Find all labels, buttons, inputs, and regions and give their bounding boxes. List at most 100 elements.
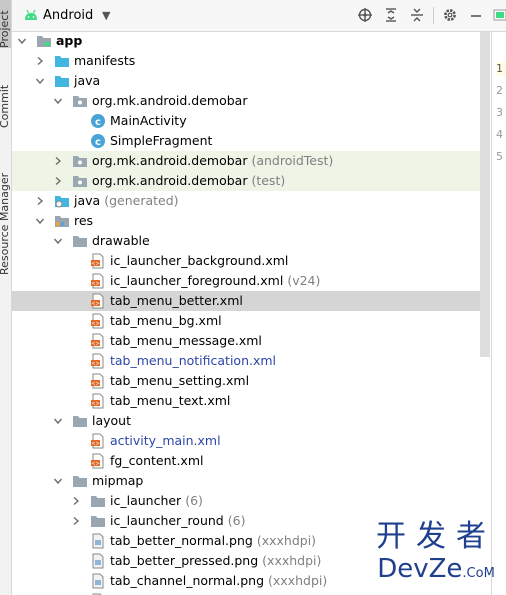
xml-file-icon: <> xyxy=(90,293,106,309)
tree-row[interactable]: drawable xyxy=(12,231,490,251)
tree-row[interactable]: java xyxy=(12,71,490,91)
tree-item-label: tab_menu_notification.xml xyxy=(110,353,277,368)
expand-all-icon[interactable] xyxy=(383,7,399,23)
folder-icon xyxy=(72,233,88,249)
svg-text:<>: <> xyxy=(91,261,99,267)
chevron-right-icon[interactable] xyxy=(71,495,81,507)
green-marker-icon xyxy=(493,9,506,21)
chevron-right-icon[interactable] xyxy=(71,515,81,527)
xml-file-icon: <> xyxy=(90,373,106,389)
tree-item-label: ic_launcher_round (6) xyxy=(110,513,246,528)
tree-row[interactable]: org.mk.android.demobar (androidTest) xyxy=(12,151,490,171)
svg-text:<>: <> xyxy=(91,281,99,287)
chevron-right-icon[interactable] xyxy=(35,55,45,67)
tree-row[interactable]: <> tab_menu_setting.xml xyxy=(12,371,490,391)
image-file-icon xyxy=(90,533,106,549)
tree-item-label: manifests xyxy=(74,53,136,68)
chevron-down-icon[interactable] xyxy=(53,475,63,487)
tree-row[interactable]: <> tab_menu_bg.xml xyxy=(12,311,490,331)
tree-row[interactable]: manifests xyxy=(12,51,490,71)
chevron-down-icon[interactable] xyxy=(35,215,45,227)
image-file-icon xyxy=(90,573,106,589)
chevron-right-icon[interactable] xyxy=(53,155,63,167)
svg-text:c: c xyxy=(95,117,101,128)
tree-item-suffix: (6) xyxy=(185,493,203,508)
tree-row[interactable]: <> tab_menu_message.xml xyxy=(12,331,490,351)
watermark-cn: 开发者 xyxy=(376,519,496,554)
tree-row[interactable]: tab_channel_pressed.png(xxxhdpi) xyxy=(12,591,490,595)
svg-text:<>: <> xyxy=(91,361,99,367)
tree-row[interactable]: <> ic_launcher_background.xml xyxy=(12,251,490,271)
tree-row[interactable]: <> ic_launcher_foreground.xml (v24) xyxy=(12,271,490,291)
gutter-line-number: 4 xyxy=(496,128,503,141)
tree-item-label: activity_main.xml xyxy=(110,433,221,448)
tree-row[interactable]: <> activity_main.xml xyxy=(12,431,490,451)
tree-row[interactable]: org.mk.android.demobar (test) xyxy=(12,171,490,191)
svg-text:<>: <> xyxy=(91,381,99,387)
tree-item-label: mipmap xyxy=(92,473,144,488)
package-icon xyxy=(72,173,88,189)
collapse-all-icon[interactable] xyxy=(409,7,425,23)
project-view-selector[interactable]: Android xyxy=(43,8,93,23)
svg-text:<>: <> xyxy=(91,461,99,467)
vertical-scrollbar[interactable] xyxy=(480,32,490,357)
tree-row[interactable]: <> tab_menu_better.xml xyxy=(12,291,490,311)
locate-target-icon[interactable] xyxy=(357,7,373,23)
tab-commit[interactable]: Commit xyxy=(0,85,11,128)
tree-item-suffix: (xxxhdpi) xyxy=(262,553,322,568)
tree-item-suffix: (xxxhdpi) xyxy=(268,573,328,588)
minimize-icon[interactable] xyxy=(468,7,484,23)
package-icon xyxy=(72,93,88,109)
tree-row[interactable]: ic_launcher (6) xyxy=(12,491,490,511)
tree-row[interactable]: <> tab_menu_text.xml xyxy=(12,391,490,411)
tab-resource-manager[interactable]: Resource Manager xyxy=(0,163,11,275)
watermark-en: DevZe.CoM xyxy=(377,554,495,584)
tree-row[interactable]: c MainActivity xyxy=(12,111,490,131)
xml-file-icon: <> xyxy=(90,393,106,409)
tree-item-label: tab_better_normal.png (xxxhdpi) xyxy=(110,533,317,548)
svg-text:<>: <> xyxy=(91,321,99,327)
xml-file-icon: <> xyxy=(90,333,106,349)
tree-row[interactable]: mipmap xyxy=(12,471,490,491)
project-toolbar: Android ▼ xyxy=(12,0,506,32)
tree-item-label: MainActivity xyxy=(110,113,187,128)
tree-row[interactable]: <> tab_menu_notification.xml xyxy=(12,351,490,371)
tree-item-suffix: (test) xyxy=(251,173,286,188)
tree-row[interactable]: res xyxy=(12,211,490,231)
tree-row[interactable]: c SimpleFragment xyxy=(12,131,490,151)
svg-text:<>: <> xyxy=(91,301,99,307)
folder-icon xyxy=(72,473,88,489)
tree-item-suffix: (v24) xyxy=(287,273,321,288)
chevron-right-icon[interactable] xyxy=(35,195,45,207)
module-folder-icon xyxy=(36,33,52,49)
folder-icon xyxy=(90,513,106,529)
tree-item-label: tab_better_pressed.png (xxxhdpi) xyxy=(110,553,322,568)
tree-row[interactable]: app xyxy=(12,31,490,51)
tree-row[interactable]: org.mk.android.demobar xyxy=(12,91,490,111)
tree-item-label: ic_launcher_foreground.xml (v24) xyxy=(110,273,321,288)
tree-item-label: java (generated) xyxy=(74,193,179,208)
tree-item-label: layout xyxy=(92,413,132,428)
tree-item-suffix: (6) xyxy=(227,513,246,528)
tree-row[interactable]: <> fg_content.xml xyxy=(12,451,490,471)
chevron-right-icon[interactable] xyxy=(53,175,63,187)
tree-row[interactable]: layout xyxy=(12,411,490,431)
tree-item-label: SimpleFragment xyxy=(110,133,213,148)
chevron-down-icon[interactable] xyxy=(53,95,63,107)
chevron-down-icon[interactable]: ▼ xyxy=(102,9,110,22)
tab-project[interactable]: Project xyxy=(0,0,11,48)
chevron-down-icon[interactable] xyxy=(53,415,63,427)
chevron-down-icon[interactable] xyxy=(53,235,63,247)
xml-file-icon: <> xyxy=(90,433,106,449)
tree-item-label: ic_launcher_background.xml xyxy=(110,253,289,268)
chevron-down-icon[interactable] xyxy=(35,75,45,87)
tree-item-label: tab_menu_setting.xml xyxy=(110,373,250,388)
svg-text:<>: <> xyxy=(91,401,99,407)
tree-row[interactable]: java (generated) xyxy=(12,191,490,211)
tree-item-label: java xyxy=(74,73,101,88)
chevron-down-icon[interactable] xyxy=(17,35,27,47)
gear-icon[interactable] xyxy=(442,7,458,23)
folder-icon xyxy=(54,73,70,89)
project-tree[interactable]: app manifests java org.mk.android.demobar c M… xyxy=(12,31,490,595)
folder-icon xyxy=(72,413,88,429)
